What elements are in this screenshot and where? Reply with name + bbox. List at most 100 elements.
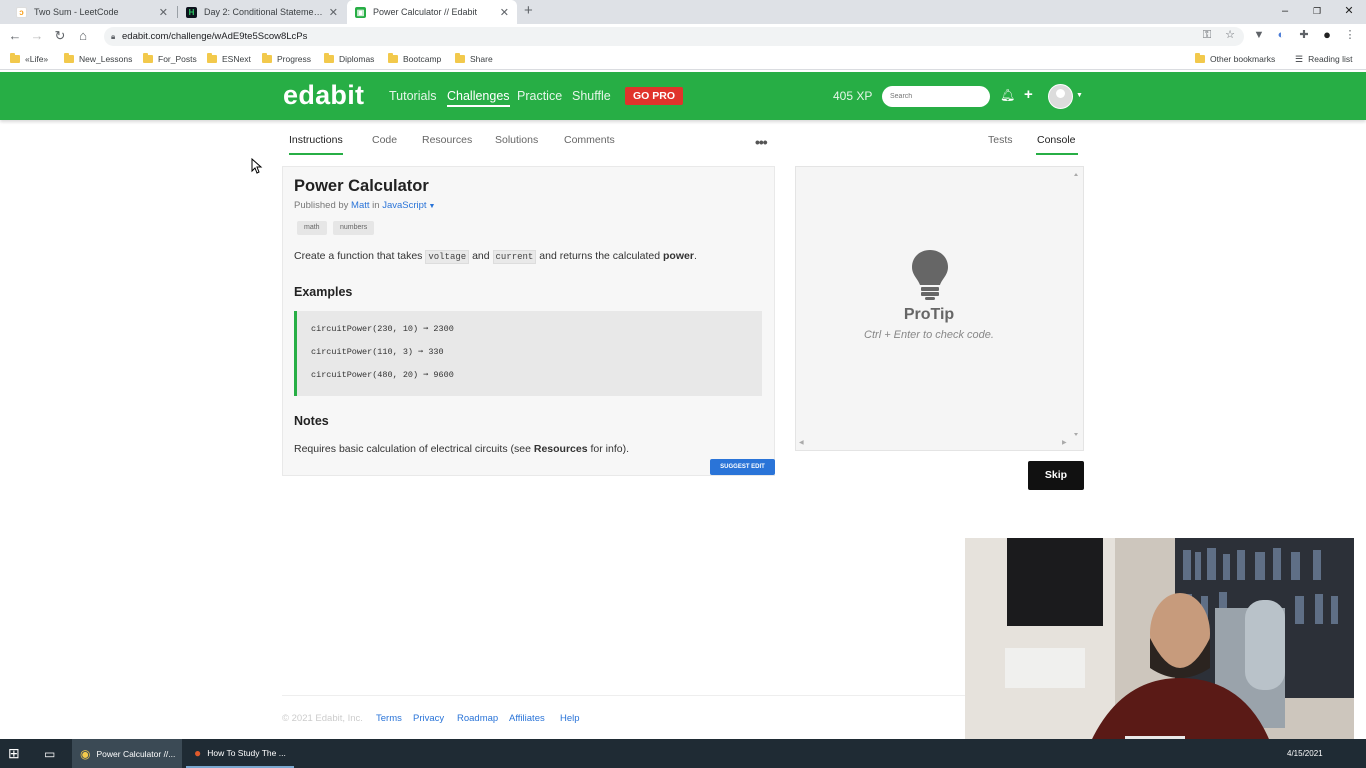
bookmark-folder[interactable]: Progress [262,52,311,66]
challenge-description: Create a function that takes voltage and… [294,250,697,264]
suggest-edit-button[interactable]: SUGGEST EDIT [710,459,775,475]
extension-icon[interactable]: ◐ [1274,28,1288,42]
tag-numbers[interactable]: numbers [333,221,375,235]
star-icon[interactable]: ☆ [1223,28,1237,42]
scroll-right-icon[interactable]: ▶ [1062,439,1067,446]
xp-counter: 405 XP [833,89,873,103]
tab-tests[interactable]: Tests [988,134,1013,153]
published-by: Published by Matt in JavaScript ▼ [294,200,436,211]
bell-icon[interactable]: 🔔︎ [1000,88,1015,102]
browser-tab[interactable]: H Day 2: Conditional Statements: If ✕ [178,0,346,24]
browser-tab-active[interactable]: ▣ Power Calculator // Edabit ✕ [347,0,517,24]
tab-code[interactable]: Code [372,134,397,153]
mouse-cursor-icon [251,158,263,174]
caret-down-icon[interactable]: ▼ [427,203,436,210]
site-logo[interactable]: edabit [283,80,364,111]
hackerrank-favicon-icon: H [186,6,197,18]
forward-icon[interactable]: → [29,28,45,44]
skip-button[interactable]: Skip [1028,461,1084,490]
windows-start-icon[interactable]: ⊞ [8,739,20,768]
site-header [0,72,1366,120]
more-options-icon[interactable]: ••• [755,134,768,150]
close-tab-icon[interactable]: ✕ [329,6,338,19]
author-link[interactable]: Matt [351,200,369,211]
footer-link-help[interactable]: Help [560,713,580,724]
reload-icon[interactable]: ↻ [52,28,68,44]
footer-link-terms[interactable]: Terms [376,713,402,724]
tag-math[interactable]: math [297,221,327,235]
profile-icon[interactable]: ● [1320,28,1334,42]
close-window-icon[interactable]: ✕ [1332,0,1366,24]
folder-icon [143,53,153,63]
go-pro-button[interactable]: GO PRO [625,87,683,105]
bookmark-folder[interactable]: ESNext [207,52,251,66]
folder-icon [388,53,398,63]
taskbar-app-powerpoint[interactable]: ● How To Study The ... [186,739,294,768]
chevron-down-icon[interactable]: ▼ [1076,92,1083,99]
scroll-left-icon[interactable]: ◀ [799,439,804,446]
tab-solutions[interactable]: Solutions [495,134,538,153]
notes-heading: Notes [294,414,329,428]
reading-list[interactable]: ☰ Reading list [1295,52,1353,66]
nav-practice[interactable]: Practice [517,89,562,103]
folder-icon [1195,53,1205,63]
other-bookmarks[interactable]: Other bookmarks [1195,52,1275,66]
footer-link-privacy[interactable]: Privacy [413,713,444,724]
folder-icon [262,53,272,63]
close-tab-icon[interactable]: ✕ [159,6,168,19]
webcam-overlay [965,538,1354,755]
minimize-icon[interactable]: – [1268,0,1302,24]
tab-resources[interactable]: Resources [422,134,472,153]
back-icon[interactable]: ← [7,28,23,44]
example-line: circuitPower(110, 3) ➞ 330 [311,347,444,357]
example-line: circuitPower(480, 20) ➞ 9600 [311,370,454,380]
lightbulb-icon [912,250,948,300]
taskbar-date[interactable]: 4/15/2021 [1287,739,1323,768]
home-icon[interactable]: ⌂ [75,28,91,44]
plus-icon[interactable]: + [1024,86,1033,103]
bookmark-folder[interactable]: Bootcamp [388,52,441,66]
folder-icon [64,53,74,63]
new-tab-button[interactable]: + [524,2,533,19]
puzzle-icon[interactable]: ✚ [1297,28,1311,42]
folder-icon [10,53,20,63]
protip-title: ProTip [903,306,955,323]
lock-icon: 🔒︎ [111,32,116,41]
browser-tab[interactable]: ↄ Two Sum - LeetCode ✕ [8,0,176,24]
footer-link-affiliates[interactable]: Affiliates [509,713,545,724]
tab-title: Day 2: Conditional Statements: If [204,7,323,17]
webcam-video-image [965,538,1354,755]
extension-v-icon[interactable]: ▼ [1252,28,1266,42]
bookmark-folder[interactable]: Diplomas [324,52,374,66]
folder-icon [207,53,217,63]
key-icon[interactable]: ⚿ [1200,28,1214,42]
maximize-icon[interactable]: ❐ [1300,0,1334,24]
bookmark-folder[interactable]: New_Lessons [64,52,132,66]
nav-shuffle[interactable]: Shuffle [572,89,611,103]
taskbar-app-chrome[interactable]: ◉ Power Calculator //... [72,739,182,768]
example-line: circuitPower(230, 10) ➞ 2300 [311,324,454,334]
nav-challenges[interactable]: Challenges [447,89,510,107]
protip-text: Ctrl + Enter to check code. [864,329,994,341]
folder-icon [455,53,465,63]
kebab-menu-icon[interactable]: ⋮ [1343,28,1357,42]
search-input[interactable] [882,86,990,107]
address-bar[interactable]: 🔒︎ edabit.com/challenge/wAdE9te5Scow8LcP… [104,27,1244,46]
language-dropdown[interactable]: JavaScript [382,200,426,211]
tab-instructions[interactable]: Instructions [289,134,343,155]
chrome-icon: ◉ [80,746,91,761]
url-text: edabit.com/challenge/wAdE9te5Scow8LcPs [122,31,308,42]
tab-console[interactable]: Console [1036,134,1078,155]
console-scrollbar[interactable] [1071,170,1081,442]
nav-tutorials[interactable]: Tutorials [389,89,436,103]
bookmark-folder[interactable]: Share [455,52,493,66]
bookmark-folder[interactable]: For_Posts [143,52,197,66]
tab-comments[interactable]: Comments [564,134,615,153]
footer-link-roadmap[interactable]: Roadmap [457,713,498,724]
task-view-icon[interactable]: ▭ [44,739,55,768]
bookmark-folder[interactable]: «Life» [10,52,48,66]
avatar[interactable] [1048,84,1073,109]
close-tab-icon[interactable]: ✕ [500,6,509,19]
footer-divider [282,695,1082,696]
powerpoint-icon: ● [194,745,202,760]
